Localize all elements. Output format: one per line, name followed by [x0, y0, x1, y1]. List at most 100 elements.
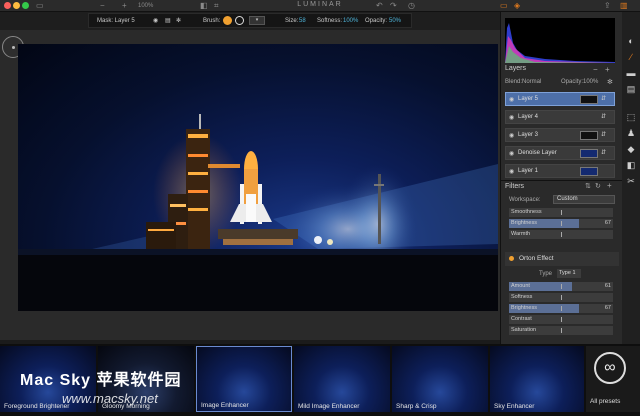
- layer-item[interactable]: ◉ Denoise Layer ⇵: [505, 146, 615, 160]
- slider-marker: [561, 284, 562, 289]
- eye-icon[interactable]: ◉: [509, 150, 514, 157]
- softness-value[interactable]: 100%: [343, 17, 358, 25]
- layer-mask-icon[interactable]: ⇵: [601, 131, 606, 138]
- preset-thumbnail[interactable]: Image Enhancer: [196, 346, 292, 412]
- blend-value[interactable]: Normal: [522, 79, 541, 85]
- eraser-icon[interactable]: ◆: [625, 144, 637, 155]
- mask-delete-icon[interactable]: ▤: [165, 17, 171, 25]
- all-presets-button[interactable]: ∞ All presets: [586, 346, 640, 412]
- slider-label: Brightness: [511, 305, 537, 311]
- brush-erase-button[interactable]: [235, 16, 244, 25]
- workspace-label: Workspace:: [509, 197, 541, 203]
- brush-icon[interactable]: ∕: [625, 52, 637, 62]
- layer-opacity-value[interactable]: 100%: [583, 79, 598, 85]
- add-layer-icon[interactable]: +: [605, 65, 610, 74]
- title-bar: ▭ − + 100% ◧ ⌗ LUMINAR ↶ ↷ ◷ ▭ ◈ ⇪ ▥: [0, 0, 640, 12]
- presets-panel-icon[interactable]: ▭: [500, 1, 508, 11]
- slider-marker: [561, 221, 562, 226]
- mask-label: Mask: Layer 5: [97, 18, 135, 24]
- slider-marker: [561, 328, 562, 333]
- layer-mask-icon[interactable]: ⇵: [601, 113, 606, 120]
- add-filter-icon[interactable]: +: [607, 181, 612, 190]
- clone-stamp-icon[interactable]: ♟: [625, 128, 637, 139]
- slider-marker: [561, 210, 562, 215]
- palette-icon[interactable]: ◐: [625, 36, 637, 46]
- amount-slider[interactable]: Amount 61: [509, 282, 613, 291]
- brush-label: Brush:: [203, 18, 221, 24]
- undo-icon[interactable]: ↶: [376, 1, 383, 11]
- watermark-title: Mac Sky 苹果软件园: [20, 372, 182, 389]
- slider-value: 67: [604, 220, 611, 226]
- orton-effect-header[interactable]: Orton Effect: [505, 252, 619, 266]
- warmth-slider[interactable]: Warmth: [509, 230, 613, 239]
- layer-label: Layer 3: [518, 132, 539, 138]
- all-presets-label: All presets: [590, 398, 621, 405]
- layer-thumbnail: [580, 149, 598, 158]
- layer-settings-icon[interactable]: ✻: [607, 78, 613, 86]
- eye-icon[interactable]: ◉: [509, 132, 514, 139]
- filter-sort-icon[interactable]: ⇅: [585, 182, 591, 190]
- adjust-icon[interactable]: ◧: [625, 160, 637, 171]
- preset-label: Image Enhancer: [201, 402, 249, 409]
- layer-item[interactable]: ◉ Layer 5 ⇵: [505, 92, 615, 106]
- layer-item[interactable]: ◉ Layer 3 ⇵: [505, 128, 615, 142]
- slider-marker: [561, 317, 562, 322]
- type-value: Type 1: [559, 270, 576, 276]
- cut-icon[interactable]: ✂: [625, 176, 637, 187]
- gradient-icon[interactable]: ▬: [625, 68, 637, 78]
- layer-thumbnail: [580, 167, 598, 176]
- brush-menu-dropdown[interactable]: ▾: [249, 16, 265, 25]
- slider-label: Brightness: [511, 220, 537, 226]
- eye-icon[interactable]: ◉: [509, 168, 514, 175]
- layer-opacity-label: Opacity:: [561, 79, 584, 85]
- orton-brightness-slider[interactable]: Brightness 67: [509, 304, 613, 313]
- preset-thumbnail[interactable]: Sharp & Crisp: [392, 346, 488, 412]
- opacity-value[interactable]: 50%: [389, 17, 401, 25]
- type-dropdown[interactable]: Type 1: [557, 269, 581, 278]
- layers-panel-icon[interactable]: ◈: [514, 1, 520, 11]
- layer-mask-icon[interactable]: ⇵: [601, 149, 606, 156]
- layer-item[interactable]: ◉ Layer 4 ⇵: [505, 110, 615, 124]
- slider-value: 61: [604, 283, 611, 289]
- radial-mask-icon[interactable]: ▤: [625, 84, 637, 95]
- layer-item[interactable]: ◉ Layer 1: [505, 164, 615, 178]
- filter-reset-icon[interactable]: ↻: [595, 182, 601, 190]
- panels-toggle-icon[interactable]: ▥: [620, 1, 628, 11]
- photo-canvas[interactable]: [18, 44, 498, 311]
- saturation-slider[interactable]: Saturation: [509, 326, 613, 335]
- eye-icon[interactable]: ◉: [509, 96, 514, 103]
- smoothness-slider[interactable]: Smoothness: [509, 208, 613, 217]
- share-icon[interactable]: ⇪: [604, 1, 611, 11]
- workspace-dropdown[interactable]: Custom: [553, 195, 615, 204]
- softness-label: Softness:: [317, 18, 343, 24]
- contrast-slider[interactable]: Contrast: [509, 315, 613, 324]
- redo-icon[interactable]: ↷: [390, 1, 397, 11]
- brush-paint-button[interactable]: [223, 16, 232, 25]
- filter-active-dot[interactable]: [509, 256, 514, 261]
- size-value[interactable]: 58: [299, 17, 306, 25]
- mask-settings-icon[interactable]: ✻: [176, 17, 181, 25]
- section-divider: [501, 180, 623, 181]
- preset-thumbnail[interactable]: Sky Enhancer: [490, 346, 584, 412]
- app-title: LUMINAR: [297, 1, 343, 8]
- brightness-slider[interactable]: Brightness 67: [509, 219, 613, 228]
- slider-label: Warmth: [511, 231, 531, 237]
- eye-icon[interactable]: ◉: [509, 114, 514, 121]
- slider-label: Amount: [511, 283, 530, 289]
- size-label: Size:: [285, 18, 299, 24]
- layer-mask-icon[interactable]: ⇵: [601, 95, 606, 102]
- preset-thumbnail[interactable]: Mild Image Enhancer: [294, 346, 390, 412]
- histogram: [505, 18, 615, 63]
- filters-header: Filters: [505, 183, 525, 190]
- mask-visibility-icon[interactable]: ◉: [153, 17, 158, 25]
- mask-options-bar: Mask: Layer 5 ◉ ▤ ✻ Brush: ▾ Size: 58 So…: [88, 13, 412, 28]
- transform-icon[interactable]: ⬚: [625, 112, 637, 123]
- collapse-layers-icon[interactable]: −: [593, 65, 598, 74]
- history-icon[interactable]: ◷: [408, 1, 415, 11]
- orton-softness-slider[interactable]: Softness: [509, 293, 613, 302]
- histogram-graph: [505, 23, 615, 63]
- layers-header: Layers: [505, 65, 527, 72]
- infinity-icon: ∞: [594, 352, 626, 384]
- type-label: Type: [539, 271, 553, 277]
- preset-label: Mild Image Enhancer: [298, 403, 360, 410]
